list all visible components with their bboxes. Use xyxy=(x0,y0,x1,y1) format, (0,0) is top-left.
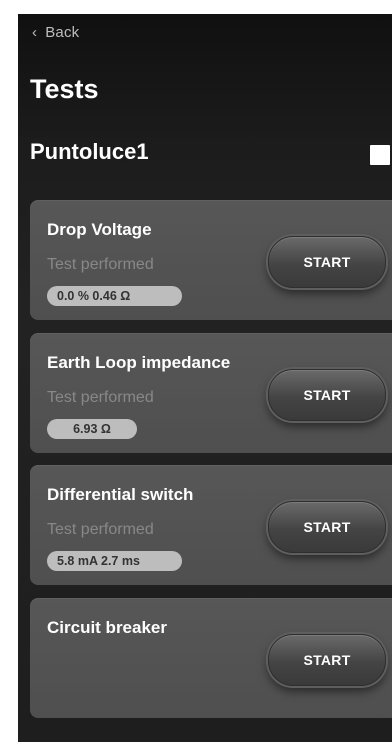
start-button[interactable]: START xyxy=(268,501,386,553)
select-checkbox[interactable] xyxy=(370,145,390,165)
test-card-drop-voltage: Drop Voltage Test performed 0.0 % 0.46 Ω… xyxy=(30,200,392,320)
test-card-circuit-breaker: Circuit breaker START xyxy=(30,598,392,718)
test-status: Test performed xyxy=(47,256,154,273)
start-button[interactable]: START xyxy=(268,236,386,288)
test-name: Differential switch xyxy=(47,485,194,504)
test-result-badge: 5.8 mA 2.7 ms xyxy=(47,551,182,571)
back-link[interactable]: ‹ Back xyxy=(32,24,79,41)
test-name: Earth Loop impedance xyxy=(47,353,231,372)
test-result-badge: 6.93 Ω xyxy=(47,419,137,439)
start-button[interactable]: START xyxy=(268,634,386,686)
test-card-differential-switch: Differential switch Test performed 5.8 m… xyxy=(30,465,392,585)
test-name: Circuit breaker xyxy=(47,618,167,637)
test-result-badge: 0.0 % 0.46 Ω xyxy=(47,286,182,306)
back-label: Back xyxy=(45,24,80,41)
test-status: Test performed xyxy=(47,521,154,538)
page-title: Tests xyxy=(30,74,99,104)
tests-screen: ‹ Back Tests Puntoluce1 Drop Voltage Tes… xyxy=(18,14,392,742)
test-status: Test performed xyxy=(47,389,154,406)
start-button[interactable]: START xyxy=(268,369,386,421)
chevron-left-icon: ‹ xyxy=(32,24,38,41)
page-subtitle: Puntoluce1 xyxy=(30,139,149,164)
test-card-earth-loop-impedance: Earth Loop impedance Test performed 6.93… xyxy=(30,333,392,453)
test-name: Drop Voltage xyxy=(47,220,152,239)
